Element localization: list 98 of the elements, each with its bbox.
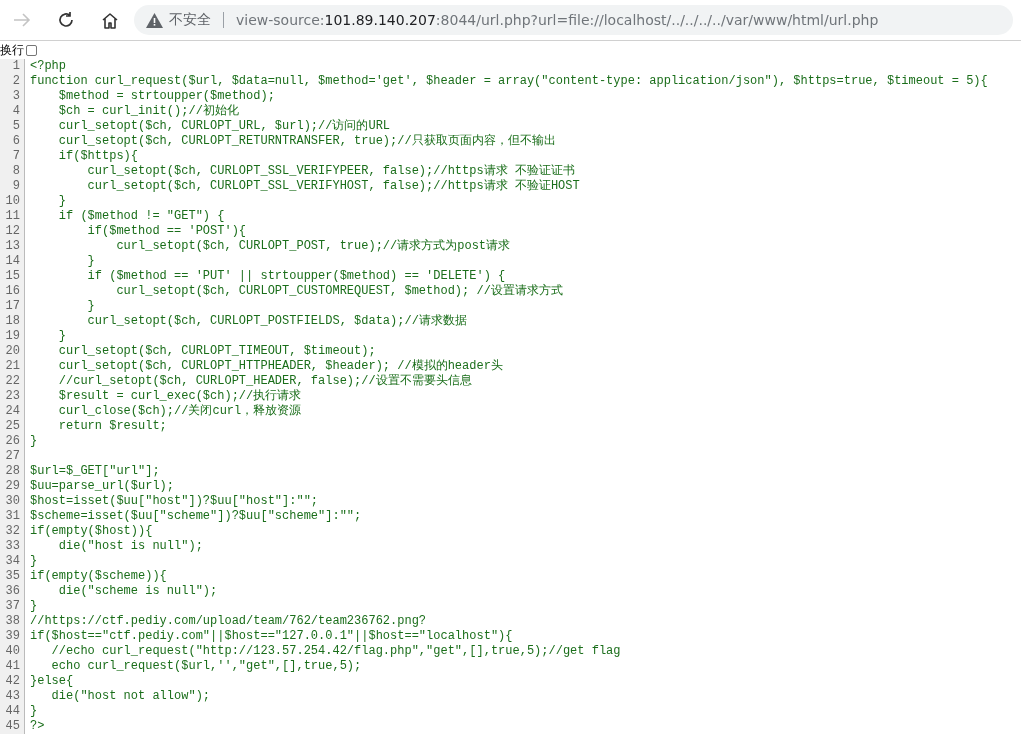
- code-line: }else{: [29, 674, 74, 689]
- url-text: view-source:101.89.140.207:8044/url.php?url=file://localhost/../../../../var/www/html/url.php: [236, 12, 879, 28]
- code-line: }: [57, 329, 66, 344]
- code-line: //https://ctf.pediy.com/upload/team/762/team236762.png?: [29, 614, 427, 629]
- line-number: 24: [0, 404, 25, 419]
- line-number: 2: [0, 74, 25, 89]
- line-number: 41: [0, 659, 25, 674]
- code-line: die("host is null");: [57, 539, 203, 554]
- code-line: curl_setopt($ch, CURLOPT_URL, $url);//访问的URL: [57, 119, 391, 134]
- line-number: 9: [0, 179, 25, 194]
- line-number: 26: [0, 434, 25, 449]
- reload-icon: [57, 11, 75, 29]
- line-number: 11: [0, 209, 25, 224]
- code-line: curl_setopt($ch, CURLOPT_SSL_VERIFYPEER, false);//https请求 不验证证书: [86, 164, 575, 179]
- code-line: if($https){: [57, 149, 139, 164]
- code-line: }: [29, 599, 38, 614]
- code-line: if ($method == 'PUT' || strtoupper($method) == 'DELETE') {: [86, 269, 506, 284]
- line-number: 44: [0, 704, 25, 719]
- code-line: curl_setopt($ch, CURLOPT_TIMEOUT, $timeout);: [57, 344, 376, 359]
- line-number: 20: [0, 344, 25, 359]
- line-number: 12: [0, 224, 25, 239]
- line-number: 33: [0, 539, 25, 554]
- forward-arrow-icon: [13, 13, 31, 27]
- code-line: }: [86, 299, 95, 314]
- line-number: 16: [0, 284, 25, 299]
- code-line: $result = curl_exec($ch);//执行请求: [57, 389, 302, 404]
- code-line: if(empty($scheme)){: [29, 569, 167, 584]
- line-number: 29: [0, 479, 25, 494]
- line-number: 32: [0, 524, 25, 539]
- code-line: $url=$_GET["url"];: [29, 464, 160, 479]
- line-number: 1: [0, 59, 25, 74]
- line-number: 21: [0, 359, 25, 374]
- code-line: }: [29, 434, 38, 449]
- line-number: 36: [0, 584, 25, 599]
- line-number: 35: [0, 569, 25, 584]
- line-number: 22: [0, 374, 25, 389]
- security-label: 不安全: [169, 11, 211, 29]
- code-line: //curl_setopt($ch, CURLOPT_HEADER, false);//设置不需要头信息: [57, 374, 472, 389]
- line-number: 8: [0, 164, 25, 179]
- code-line: curl_setopt($ch, CURLOPT_RETURNTRANSFER, true);//只获取页面内容，但不输出: [57, 134, 556, 149]
- code-line: curl_setopt($ch, CURLOPT_POSTFIELDS, $data);//请求数据: [86, 314, 467, 329]
- code-line: die("scheme is null");: [57, 584, 218, 599]
- line-number: 39: [0, 629, 25, 644]
- code-line: if ($method != "GET") {: [57, 209, 225, 224]
- code-line: die("host not allow");: [50, 689, 211, 704]
- line-number: 14: [0, 254, 25, 269]
- line-number: 3: [0, 89, 25, 104]
- line-wrap-label: 换行: [0, 41, 24, 59]
- code-line: $ch = curl_init();//初始化: [57, 104, 239, 119]
- line-number: 42: [0, 674, 25, 689]
- code-line: curl_close($ch);//关闭curl，释放资源: [57, 404, 302, 419]
- code-line: if($host=="ctf.pediy.com"||$host=="127.0.0.1"||$host=="localhost"){: [29, 629, 513, 644]
- warning-icon: [146, 12, 163, 28]
- line-number: 5: [0, 119, 25, 134]
- line-number: 40: [0, 644, 25, 659]
- line-number: 17: [0, 299, 25, 314]
- code-line: $method = strtoupper($method);: [57, 89, 275, 104]
- line-number: 18: [0, 314, 25, 329]
- code-line: ?>: [29, 719, 45, 734]
- line-number: 13: [0, 239, 25, 254]
- line-number: 28: [0, 464, 25, 479]
- code-line: $uu=parse_url($url);: [29, 479, 175, 494]
- code-line: $host=isset($uu["host"])?$uu["host"]:"";: [29, 494, 319, 509]
- line-number: 27: [0, 449, 25, 464]
- line-number: 10: [0, 194, 25, 209]
- home-icon: [101, 11, 119, 29]
- code-line: if(empty($host)){: [29, 524, 153, 539]
- line-number: 34: [0, 554, 25, 569]
- code-line: }: [86, 254, 95, 269]
- line-number: 7: [0, 149, 25, 164]
- line-wrap-checkbox[interactable]: [26, 44, 37, 56]
- line-number: 43: [0, 689, 25, 704]
- line-number: 15: [0, 269, 25, 284]
- code-line: return $result;: [57, 419, 167, 434]
- line-number: 31: [0, 509, 25, 524]
- line-number: 19: [0, 329, 25, 344]
- line-number: 37: [0, 599, 25, 614]
- code-line: curl_setopt($ch, CURLOPT_SSL_VERIFYHOST, false);//https请求 不验证HOST: [86, 179, 580, 194]
- code-line: }: [29, 554, 38, 569]
- code-line: $scheme=isset($uu["scheme"])?$uu["scheme"]:"";: [29, 509, 362, 524]
- code-line: curl_setopt($ch, CURLOPT_POST, true);//请求方式为post请求: [115, 239, 511, 254]
- code-line: echo curl_request($url,'',"get",[],true,5);: [50, 659, 362, 674]
- line-number: 30: [0, 494, 25, 509]
- code-line: }: [57, 194, 66, 209]
- line-number: 23: [0, 389, 25, 404]
- code-line: <?php: [29, 59, 66, 74]
- code-line: }: [29, 704, 38, 719]
- line-number: 4: [0, 104, 25, 119]
- code-line: curl_setopt($ch, CURLOPT_CUSTOMREQUEST, $method); //设置请求方式: [115, 284, 563, 299]
- code-line: function curl_request($url, $data=null, $method='get', $header = array("content-type: application/json"), $https=true, $timeout = 5){: [29, 74, 988, 89]
- line-number: 38: [0, 614, 25, 629]
- code-line: //echo curl_request("http://123.57.254.42/flag.php","get",[],true,5);//get flag: [50, 644, 621, 659]
- line-number: 25: [0, 419, 25, 434]
- code-line: if($method == 'POST'){: [86, 224, 247, 239]
- line-number: 45: [0, 719, 25, 734]
- address-bar[interactable]: 不安全 view-source:101.89.140.207:8044/url.php?url=file://localhost/../../../../var/www/html/url.php: [134, 5, 1013, 35]
- line-number: 6: [0, 134, 25, 149]
- code-line: curl_setopt($ch, CURLOPT_HTTPHEADER, $header); //模拟的header头: [57, 359, 503, 374]
